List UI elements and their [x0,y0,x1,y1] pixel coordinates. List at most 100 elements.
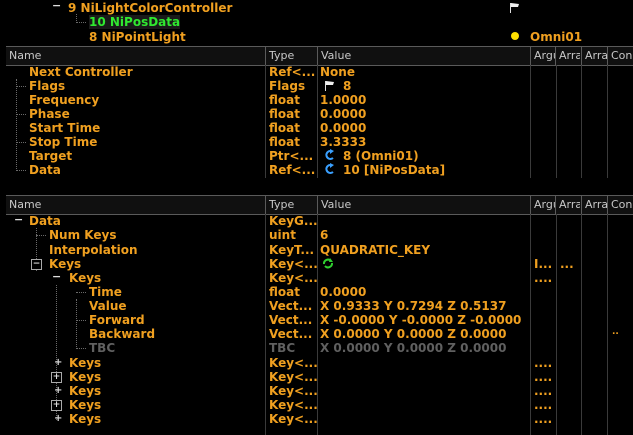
table-row[interactable]: + Keys Key<... .... [0,384,633,398]
collapse-icon[interactable]: − [52,0,61,12]
table-row[interactable]: Target Ptr<... 8 (Omni01) [0,149,633,163]
row-type: Key<... [269,370,318,384]
col-value[interactable]: Value [317,47,529,65]
tree-item-light-color-controller[interactable]: 9 NiLightColorController [68,1,232,15]
table-row[interactable]: + Keys Key<... .... [0,398,633,412]
row-name: Next Controller [29,65,133,79]
row-name: Backward [89,327,156,341]
col-argument[interactable]: Argu [530,47,555,65]
col-condition[interactable]: Con [607,47,633,65]
row-type: TBC [269,341,296,355]
row-name: Time [89,285,122,299]
collapse-icon[interactable]: − [52,270,61,284]
row-type: KeyG... [269,214,318,228]
row-value: 10 [NiPosData] [343,163,446,177]
table-row[interactable]: Stop Time float 3.3333 [0,135,633,149]
col-value[interactable]: Value [317,196,529,214]
table-row[interactable]: + Keys Key<... .... [0,412,633,426]
row-name: Keys [69,384,102,398]
expand-icon[interactable]: + [54,412,62,426]
row-type: Flags [269,79,306,93]
row-value: X 0.9333 Y 0.7294 Z 0.5137 [320,299,507,313]
table-row[interactable]: − Data KeyG... [0,213,633,228]
col-condition[interactable]: Con [607,196,633,214]
row-type: Key<... [269,356,318,370]
row-type: Key<... [269,384,318,398]
col-type[interactable]: Type [265,47,317,65]
col-name[interactable]: Name [6,196,267,214]
col-argument[interactable]: Argu [530,196,555,214]
expand-icon[interactable]: + [54,384,62,398]
row-type: Key<... [269,271,318,285]
row-argument: .... [534,398,553,412]
table-row[interactable]: Start Time float 0.0000 [0,121,633,135]
table-row[interactable]: Next Controller Ref<... None [0,65,633,79]
expand-icon[interactable]: + [54,356,62,370]
table-row[interactable]: TBC TBC X 0.0000 Y 0.0000 Z 0.0000 [0,341,633,355]
table-row[interactable]: Flags Flags 8 [0,79,633,93]
row-type: float [269,285,300,299]
table-row[interactable]: + Keys Key<... .... [0,370,633,384]
refresh-icon[interactable] [321,257,335,271]
tree-item-point-light[interactable]: 8 NiPointLight [89,30,186,44]
row-ellipsis: .. [612,327,619,337]
expand-icon[interactable]: + [51,400,62,411]
table-row[interactable]: Value Vect... X 0.9333 Y 0.7294 Z 0.5137 [0,299,633,313]
bulb-icon [510,30,520,44]
row-type: float [269,135,300,149]
table-row[interactable]: Forward Vect... X -0.0000 Y -0.0000 Z -0… [0,313,633,327]
row-value: QUADRATIC_KEY [320,243,431,257]
row-value: 6 [320,228,329,242]
table-row[interactable]: Interpolation KeyT... QUADRATIC_KEY [0,243,633,257]
col-array1[interactable]: Arra [555,196,580,214]
collapse-icon[interactable]: − [14,213,23,227]
row-argument: I... [534,257,553,271]
col-array2[interactable]: Arra [581,47,607,65]
table-row[interactable]: Data Ref<... 10 [NiPosData] [0,163,633,177]
link-icon[interactable] [324,149,336,163]
row-type: Key<... [269,257,318,271]
row-type: Key<... [269,398,318,412]
row-value: 8 [343,79,352,93]
row-name: TBC [89,341,116,355]
table-row[interactable]: + Keys Key<... .... [0,356,633,370]
row-name: Target [29,149,73,163]
row-argument: .... [534,370,553,384]
row-type: Vect... [269,327,313,341]
row-argument: .... [534,271,553,285]
col-array2[interactable]: Arra [581,196,607,214]
row-value: 8 (Omni01) [343,149,419,163]
row-value: X -0.0000 Y -0.0000 Z -0.0000 [320,313,522,327]
row-name: Value [89,299,127,313]
tree-item-pos-data[interactable]: 10 NiPosData [89,15,181,29]
row-type: float [269,121,300,135]
col-name[interactable]: Name [6,47,267,65]
row-name: Data [29,214,61,228]
row-value: 0.0000 [320,107,367,121]
row-name: Keys [49,257,82,271]
row-name: Phase [29,107,70,121]
row-name: Keys [69,398,102,412]
table-row[interactable]: Backward Vect... X 0.0000 Y 0.0000 Z 0.0… [0,327,633,341]
table-row[interactable]: − Keys Key<... I... ... [0,257,633,271]
table-row[interactable]: Frequency float 1.0000 [0,93,633,107]
row-type: float [269,93,300,107]
row-value: 0.0000 [320,285,367,299]
row-value: 0.0000 [320,121,367,135]
table-row[interactable]: − Keys Key<... .... [0,270,633,285]
row-value: X 0.0000 Y 0.0000 Z 0.0000 [320,341,507,355]
table-row[interactable]: Num Keys uint 6 [0,228,633,242]
col-type[interactable]: Type [265,196,317,214]
row-name: Num Keys [49,228,117,242]
row-argument: .... [534,384,553,398]
link-icon[interactable] [324,163,336,177]
col-array1[interactable]: Arra [555,47,580,65]
row-type: KeyT... [269,243,315,257]
row-type: Ref<... [269,163,316,177]
expand-icon[interactable]: + [51,372,62,383]
row-value: X 0.0000 Y 0.0000 Z 0.0000 [320,327,507,341]
table-row[interactable]: Time float 0.0000 [0,285,633,299]
collapse-icon[interactable]: − [31,259,42,270]
table-row[interactable]: Phase float 0.0000 [0,107,633,121]
row-value: 1.0000 [320,93,367,107]
